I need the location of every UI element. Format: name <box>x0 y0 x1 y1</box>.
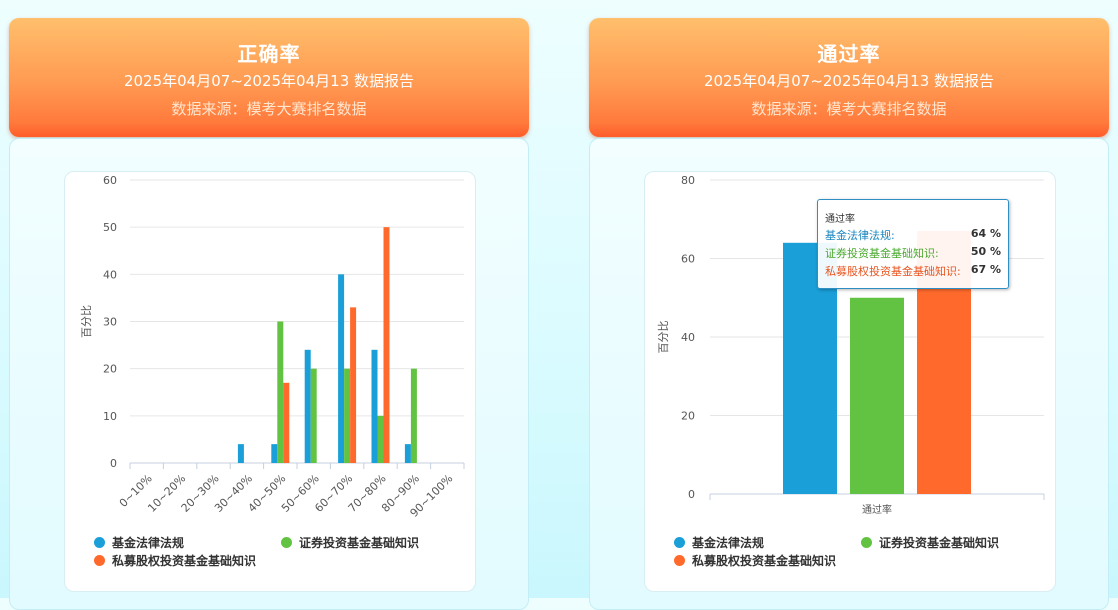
y-tick-label: 10 <box>103 410 117 423</box>
legend-item[interactable]: 基金法律法规 <box>674 534 764 551</box>
bar <box>377 415 384 463</box>
legend-label: 证券投资基金基础知识 <box>299 536 420 550</box>
legend-label: 私募股权投资基金基础知识 <box>112 554 257 568</box>
bar <box>338 274 345 463</box>
legend-label: 私募股权投资基金基础知识 <box>692 554 837 568</box>
tooltip-series-name: 证券投资基金基础知识: <box>825 247 939 260</box>
tooltip-value: 67 % <box>970 263 1001 276</box>
tooltip-title: 通过率 <box>825 214 855 225</box>
bar <box>271 444 278 463</box>
legend-label: 证券投资基金基础知识 <box>879 536 1000 550</box>
legend-item[interactable]: 基金法律法规 <box>94 534 184 551</box>
bar <box>277 321 284 463</box>
y-tick-label: 30 <box>103 316 117 329</box>
bar <box>371 349 378 463</box>
accuracy-bar-chart: 0102030405060百分比0~10%10~20%20~30%30~40%4… <box>80 174 465 520</box>
legend-label: 基金法律法规 <box>692 536 765 550</box>
bar <box>344 368 351 463</box>
legend-dot <box>94 555 105 566</box>
y-axis-label: 百分比 <box>80 305 93 338</box>
tooltip-value: 64 % <box>970 227 1001 240</box>
y-tick-label: 0 <box>110 457 117 470</box>
bar <box>404 444 411 463</box>
legend-item[interactable]: 私募股权投资基金基础知识 <box>94 552 256 569</box>
tooltip-series-name: 私募股权投资基金基础知识: <box>825 265 961 278</box>
chart-tooltip: 通过率 基金法律法规: 64 % 证券投资基金基础知识: 50 % 私募股权投资… <box>817 199 1009 289</box>
tooltip-series-name: 基金法律法规: <box>825 229 895 242</box>
legend-dot <box>861 537 872 548</box>
legend-label: 基金法律法规 <box>112 536 185 550</box>
legend-item[interactable]: 证券投资基金基础知识 <box>281 534 419 551</box>
bar <box>304 349 311 463</box>
y-tick-label: 40 <box>103 268 117 281</box>
bar <box>350 307 357 463</box>
legend-dot <box>674 555 685 566</box>
bar <box>310 368 317 463</box>
y-tick-label: 20 <box>103 363 117 376</box>
bar <box>410 368 417 463</box>
legend-dot <box>281 537 292 548</box>
legend-item[interactable]: 证券投资基金基础知识 <box>861 534 999 551</box>
legend-dot <box>94 537 105 548</box>
legend-item[interactable]: 私募股权投资基金基础知识 <box>674 552 836 569</box>
y-tick-label: 60 <box>103 174 117 187</box>
y-tick-label: 50 <box>103 221 117 234</box>
bar <box>383 227 390 463</box>
bar <box>283 382 290 463</box>
tooltip-value: 50 % <box>970 245 1001 258</box>
bar <box>237 444 244 463</box>
legend-dot <box>674 537 685 548</box>
